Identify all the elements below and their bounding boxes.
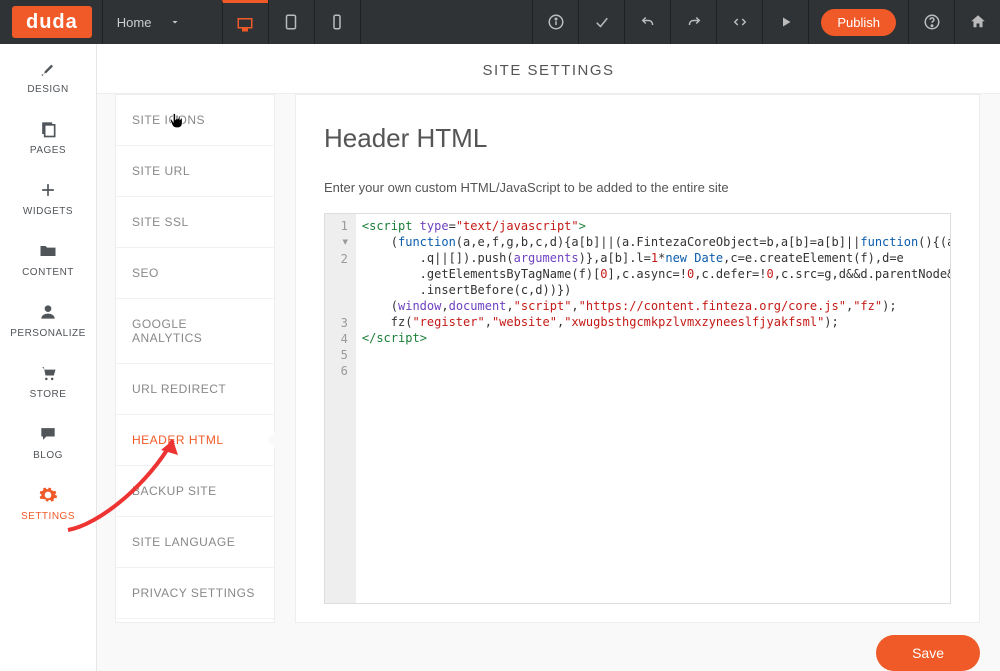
device-mobile-button[interactable] xyxy=(314,0,360,44)
code-gutter: 1 ▼ 2 3 4 5 6 xyxy=(325,214,356,603)
rail-store-label: STORE xyxy=(30,389,67,400)
rail-personalize-label: PERSONALIZE xyxy=(10,328,86,339)
cart-icon xyxy=(38,363,58,383)
help-icon xyxy=(923,13,941,31)
gear-icon xyxy=(38,485,58,505)
code-content[interactable]: <script type="text/javascript"> (functio… xyxy=(356,214,950,603)
settings-item-seo[interactable]: SEO xyxy=(116,248,274,299)
settings-item-header-html[interactable]: HEADER HTML xyxy=(116,415,274,466)
redo-icon xyxy=(685,13,703,31)
chevron-down-icon xyxy=(169,16,181,28)
plus-icon xyxy=(38,180,58,200)
rail-blog-label: BLOG xyxy=(33,450,63,461)
save-button[interactable]: Save xyxy=(876,635,980,671)
help-button[interactable] xyxy=(908,0,954,44)
device-tablet-button[interactable] xyxy=(268,0,314,44)
comment-icon xyxy=(38,424,58,444)
pages-icon xyxy=(38,119,58,139)
preview-button[interactable] xyxy=(762,0,808,44)
publish-button[interactable]: Publish xyxy=(821,9,896,36)
check-icon xyxy=(593,13,611,31)
page-selector-label: Home xyxy=(117,15,152,30)
undo-button[interactable] xyxy=(624,0,670,44)
rail-widgets-label: WIDGETS xyxy=(23,206,73,217)
info-icon xyxy=(547,13,565,31)
rail-content[interactable]: CONTENT xyxy=(0,227,96,288)
rail-design-label: DESIGN xyxy=(27,84,68,95)
brand-logo: duda xyxy=(12,6,92,38)
person-icon xyxy=(38,302,58,322)
check-button[interactable] xyxy=(578,0,624,44)
settings-item-privacy-settings[interactable]: PRIVACY SETTINGS xyxy=(116,568,274,619)
rail-design[interactable]: DESIGN xyxy=(0,44,96,105)
home-button[interactable] xyxy=(954,0,1000,44)
mobile-icon xyxy=(328,13,346,31)
home-icon xyxy=(969,13,987,31)
left-rail: DESIGN PAGES WIDGETS CONTENT PERSONALIZE… xyxy=(0,44,97,671)
rail-widgets[interactable]: WIDGETS xyxy=(0,166,96,227)
settings-item-404-page[interactable]: 404 PAGE xyxy=(116,619,274,623)
settings-item-site-language[interactable]: SITE LANGUAGE xyxy=(116,517,274,568)
rail-pages[interactable]: PAGES xyxy=(0,105,96,166)
settings-menu: SITE ICONS SITE URL SITE SSL SEO GOOGLE … xyxy=(115,94,275,623)
dev-mode-button[interactable] xyxy=(716,0,762,44)
rail-pages-label: PAGES xyxy=(30,145,66,156)
info-button[interactable] xyxy=(532,0,578,44)
folder-icon xyxy=(38,241,58,261)
main-description: Enter your own custom HTML/JavaScript to… xyxy=(324,180,951,195)
brush-icon xyxy=(38,58,58,78)
settings-item-google-analytics[interactable]: GOOGLE ANALYTICS xyxy=(116,299,274,364)
rail-content-label: CONTENT xyxy=(22,267,74,278)
settings-item-site-icons[interactable]: SITE ICONS xyxy=(116,95,274,146)
rail-store[interactable]: STORE xyxy=(0,349,96,410)
play-icon xyxy=(777,13,795,31)
undo-icon xyxy=(639,13,657,31)
main-panel: Header HTML Enter your own custom HTML/J… xyxy=(295,94,980,623)
main-title: Header HTML xyxy=(324,123,951,154)
settings-item-backup-site[interactable]: BACKUP SITE xyxy=(116,466,274,517)
settings-item-url-redirect[interactable]: URL REDIRECT xyxy=(116,364,274,415)
rail-settings-label: SETTINGS xyxy=(21,511,75,522)
tablet-icon xyxy=(282,13,300,31)
rail-blog[interactable]: BLOG xyxy=(0,410,96,471)
settings-item-site-ssl[interactable]: SITE SSL xyxy=(116,197,274,248)
rail-personalize[interactable]: PERSONALIZE xyxy=(0,288,96,349)
settings-item-site-url[interactable]: SITE URL xyxy=(116,146,274,197)
rail-settings[interactable]: SETTINGS xyxy=(0,471,96,532)
content-area: SITE SETTINGS SITE ICONS SITE URL SITE S… xyxy=(97,44,1000,671)
redo-button[interactable] xyxy=(670,0,716,44)
device-desktop-button[interactable] xyxy=(222,0,268,44)
topbar: duda Home Publish xyxy=(0,0,1000,44)
page-title: SITE SETTINGS xyxy=(97,44,1000,94)
code-icon xyxy=(731,13,749,31)
code-editor[interactable]: 1 ▼ 2 3 4 5 6 <script type="text/javascr… xyxy=(324,213,951,604)
desktop-icon xyxy=(236,15,254,33)
page-selector[interactable]: Home xyxy=(102,0,222,44)
